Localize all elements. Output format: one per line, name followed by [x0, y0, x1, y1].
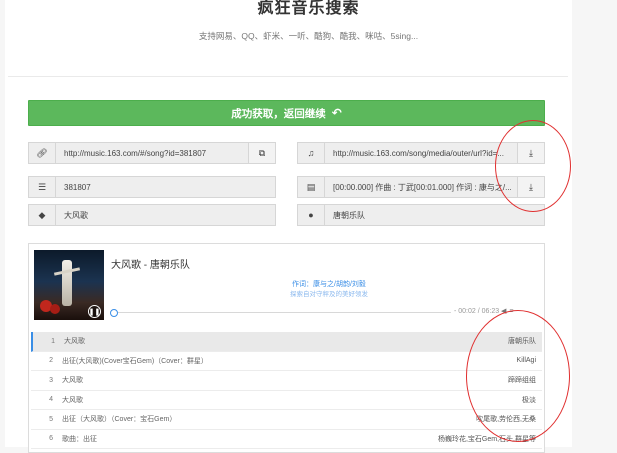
external-link-icon[interactable]: ⧉ [248, 143, 275, 163]
return-continue-button[interactable]: 成功获取，返回继续 ↶ [28, 100, 545, 126]
header-divider [8, 76, 568, 77]
song-id-input[interactable]: 381807 [56, 177, 275, 197]
page-subtitle: 支持网易、QQ、虾米、一听、酷狗、酷我、咪咕、5sing... [198, 31, 419, 41]
list-item[interactable]: 6 歌曲：出征 杨巍玲花,宝石Gem,石头,群星等 [31, 430, 542, 449]
music-player: ❚❚ 大风歌 - 唐朝乐队 作词：康与之/胡韵/刘毅 探索自对守秤及的美好领发 … [28, 243, 545, 453]
progress-bar[interactable] [118, 312, 451, 313]
list-item[interactable]: 5 出征（大风歌）（Cover：宝石Gem） 吹尾歌,劳伦西,无桑 [31, 410, 542, 430]
return-continue-label: 成功获取，返回继续 [231, 107, 326, 120]
song-link-input[interactable]: http://music.163.com/#/song?id=381807 [56, 143, 248, 163]
pause-icon[interactable]: ❚❚ [88, 305, 101, 318]
annotation-circle-downloads [495, 120, 571, 212]
user-icon: ● [298, 205, 325, 225]
artist-field: ● 唐朝乐队 [297, 204, 545, 226]
player-song-title: 大风歌 - 唐朝乐队 [111, 260, 190, 271]
file-icon: ▤ [298, 177, 325, 197]
annotation-circle-artists [466, 310, 570, 442]
song-id-field: ☰ 381807 [28, 176, 276, 198]
song-link-field: 🔗︎ http://music.163.com/#/song?id=381807… [28, 142, 276, 164]
cover-flower [50, 304, 60, 314]
list-icon: ☰ [29, 177, 56, 197]
undo-icon: ↶ [331, 106, 342, 120]
song-name-field: ◆ 大风歌 [28, 204, 276, 226]
cover-figure [62, 260, 72, 306]
lyric-line-next: 探索自对守秤及的美好领发 [290, 291, 368, 298]
lyrics-input[interactable]: [00:00.000] 作曲 : 丁武[00:01.000] 作词 : 康与之/… [325, 177, 517, 197]
playlist: 1 大风歌 唐朝乐队 2 出征(大风歌)(Cover宝石Gem)（Cover：群… [31, 332, 542, 449]
audio-url-input[interactable]: http://music.163.com/song/media/outer/ur… [325, 143, 517, 163]
list-item[interactable]: 1 大风歌 唐朝乐队 [31, 332, 542, 352]
playback-time: - 00:02 / 06:23 [454, 308, 500, 315]
artist-input[interactable]: 唐朝乐队 [325, 205, 544, 225]
link-icon: 🔗︎ [29, 143, 56, 163]
list-item[interactable]: 4 大风歌 极淡 [31, 391, 542, 410]
album-cover: ❚❚ [34, 250, 104, 320]
page-title: 疯狂音乐搜索 [257, 0, 360, 17]
tag-icon: ◆ [29, 205, 56, 225]
music-icon: ♫ [298, 143, 325, 163]
progress-handle[interactable] [110, 309, 118, 317]
song-name-input[interactable]: 大风歌 [56, 205, 275, 225]
